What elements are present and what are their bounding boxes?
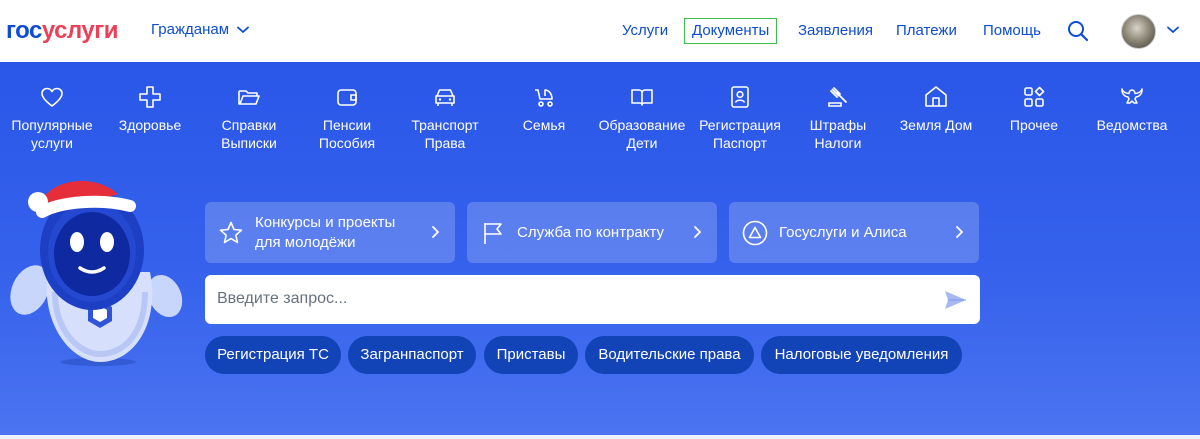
category-label: Регистрация	[699, 117, 781, 133]
chip-foreign-passport[interactable]: Загранпаспорт	[348, 336, 476, 374]
category-registration[interactable]: Регистрация Паспорт	[696, 84, 784, 152]
promo-label: Конкурсы и проекты	[255, 213, 396, 231]
nav-help[interactable]: Помощь	[983, 19, 1041, 43]
chevron-right-icon	[956, 226, 963, 238]
top-header: госуслуги Гражданам Услуги Документы Зая…	[0, 0, 1200, 62]
search-icon[interactable]	[1066, 19, 1090, 43]
category-popular[interactable]: Популярные услуги	[6, 84, 98, 152]
alice-icon	[742, 220, 768, 246]
search-bar	[205, 275, 980, 324]
chip-bailiffs[interactable]: Приставы	[484, 336, 578, 374]
gavel-icon	[828, 87, 847, 107]
book-icon	[631, 89, 653, 106]
promo-label: для молодёжи	[255, 233, 356, 251]
category-label: Штрафы	[809, 117, 867, 133]
category-label: Транспорт	[411, 117, 479, 133]
category-label: Паспорт	[712, 135, 768, 151]
category-pensions[interactable]: Пенсии Пособия	[307, 84, 387, 152]
category-label: Семья	[522, 117, 566, 133]
avatar[interactable]	[1121, 14, 1156, 49]
logo-part-uslugi: услуги	[41, 17, 119, 44]
folder-icon	[238, 90, 260, 105]
star-icon	[219, 221, 243, 244]
category-label: Пенсии	[322, 117, 372, 133]
category-label: Налоги	[814, 135, 862, 151]
promo-text: Конкурсы и проекты для молодёжи	[255, 213, 395, 253]
category-transport[interactable]: Транспорт Права	[405, 84, 485, 152]
audience-dropdown[interactable]: Гражданам	[151, 21, 249, 38]
stroller-icon	[535, 89, 553, 107]
category-land-home[interactable]: Земля Дом	[896, 84, 976, 134]
gosuslugi-logo[interactable]: госуслуги	[6, 17, 119, 45]
divider	[0, 435, 1200, 439]
promo-text: Госуслуги и Алиса	[779, 223, 907, 243]
category-label: Популярные	[11, 117, 93, 133]
category-fines[interactable]: Штрафы Налоги	[798, 84, 878, 152]
category-label: Пособия	[318, 135, 376, 151]
chip-driver-license[interactable]: Водительские права	[585, 336, 754, 374]
flag-icon	[484, 223, 502, 244]
car-icon	[435, 89, 455, 106]
nav-services[interactable]: Услуги	[622, 19, 668, 43]
search-input[interactable]	[217, 287, 917, 311]
category-label: Права	[424, 135, 466, 151]
chip-vehicle-registration[interactable]: Регистрация ТС	[205, 336, 341, 374]
chevron-down-icon	[237, 26, 249, 33]
nav-applications[interactable]: Заявления	[798, 19, 873, 43]
category-agencies[interactable]: Ведомства	[1092, 84, 1172, 134]
nav-documents[interactable]: Документы	[684, 18, 778, 44]
category-label: Ведомства	[1096, 117, 1168, 133]
promo-youth-contests[interactable]: Конкурсы и проекты для молодёжи	[205, 202, 455, 263]
wallet-icon	[337, 89, 357, 106]
category-certificates[interactable]: Справки Выписки	[209, 84, 289, 152]
passport-icon	[731, 86, 749, 108]
promo-text: Служба по контракту	[517, 223, 664, 243]
category-label: Выписки	[221, 135, 277, 151]
chevron-right-icon	[694, 226, 701, 238]
category-label: Земля Дом	[899, 117, 973, 133]
robot-mascot-illustration	[10, 180, 183, 366]
send-icon[interactable]	[942, 287, 968, 313]
category-label: Здоровье	[118, 117, 182, 133]
promo-contract-service[interactable]: Служба по контракту	[467, 202, 717, 263]
promo-label: Госуслуги и Алиса	[779, 223, 907, 241]
promo-alice[interactable]: Госуслуги и Алиса	[729, 202, 979, 263]
chevron-down-icon[interactable]	[1166, 25, 1180, 35]
health-cross-icon	[139, 86, 161, 108]
heart-icon	[41, 87, 63, 107]
eagle-icon	[1121, 88, 1143, 104]
category-label: услуги	[31, 135, 73, 151]
category-label: Прочее	[1009, 117, 1059, 133]
house-icon	[925, 86, 947, 107]
category-family[interactable]: Семья	[504, 84, 584, 134]
nav-payments[interactable]: Платежи	[896, 19, 957, 43]
category-label: Образование	[598, 117, 686, 133]
chevron-right-icon	[432, 226, 439, 238]
tiles-icon	[1024, 86, 1045, 107]
category-other[interactable]: Прочее	[994, 84, 1074, 134]
audience-dropdown-label: Гражданам	[151, 21, 230, 38]
logo-part-gos: гос	[6, 17, 42, 44]
category-education[interactable]: Образование Дети	[596, 84, 688, 152]
category-label: Дети	[626, 135, 658, 151]
category-label: Справки	[221, 117, 277, 133]
category-health[interactable]: Здоровье	[110, 84, 190, 134]
promo-label: Служба по контракту	[517, 223, 665, 241]
chip-tax-notifications[interactable]: Налоговые уведомления	[761, 336, 962, 374]
